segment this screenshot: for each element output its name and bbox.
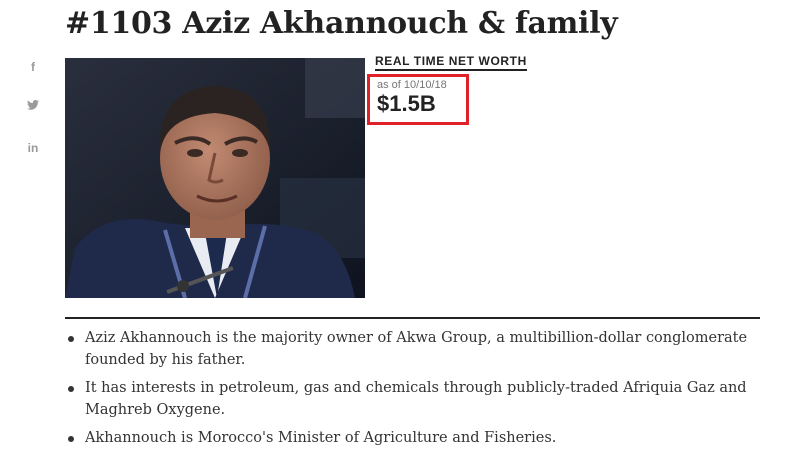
facts-list: Aziz Akhannouch is the majority owner of… <box>65 327 760 455</box>
twitter-bird-icon <box>27 100 39 110</box>
fact-item: It has interests in petroleum, gas and c… <box>65 377 760 421</box>
net-worth-label: REAL TIME NET WORTH <box>375 54 527 71</box>
profile-photo <box>65 58 365 298</box>
portrait-image <box>65 58 365 298</box>
facebook-label: f <box>31 60 35 74</box>
net-worth-value: $1.5B <box>377 91 436 116</box>
linkedin-share-icon[interactable]: in <box>22 141 44 155</box>
fact-item: Aziz Akhannouch is the majority owner of… <box>65 327 760 371</box>
profile-title: #1103 Aziz Akhannouch & family <box>65 6 618 41</box>
section-divider <box>65 317 760 319</box>
facebook-share-icon[interactable]: f <box>22 60 44 74</box>
net-worth-date: as of 10/10/18 <box>377 79 447 91</box>
fact-item: Akhannouch is Morocco's Minister of Agri… <box>65 427 760 449</box>
twitter-share-icon[interactable] <box>22 100 44 110</box>
linkedin-label: in <box>27 141 39 155</box>
net-worth-highlight-box: as of 10/10/18 $1.5B <box>367 74 469 125</box>
